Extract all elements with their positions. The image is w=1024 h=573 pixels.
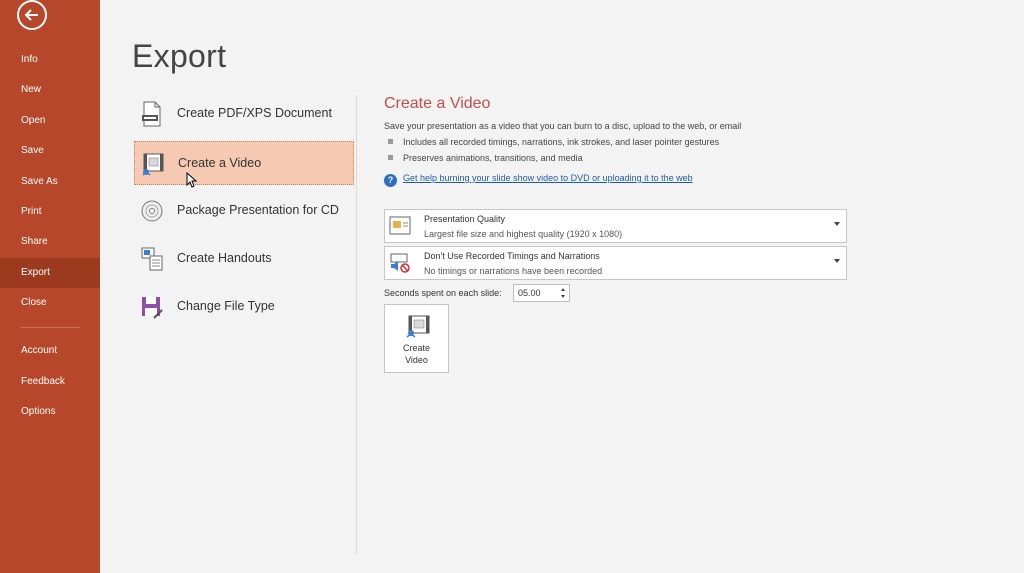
create-video-label: Create Video xyxy=(385,342,448,366)
create-label-line2: Video xyxy=(405,355,428,365)
stepper-down-icon[interactable] xyxy=(561,295,565,298)
option-package-cd[interactable]: Package Presentation for CD xyxy=(134,189,354,233)
timings-dropdown[interactable]: Don't Use Recorded Timings and Narration… xyxy=(384,246,847,280)
bullet-text: Includes all recorded timings, narration… xyxy=(403,137,720,147)
nav-open[interactable]: Open xyxy=(0,106,100,136)
panel-divider xyxy=(356,95,357,555)
nav-account[interactable]: Account xyxy=(0,336,100,366)
nav-info[interactable]: Info xyxy=(0,45,100,75)
quality-subtitle: Largest file size and highest quality (1… xyxy=(424,229,623,239)
file-type-icon xyxy=(142,297,163,319)
mouse-cursor-icon xyxy=(186,172,198,188)
option-label: Create Handouts xyxy=(177,251,272,265)
create-label-line1: Create xyxy=(402,343,430,353)
quality-title: Presentation Quality xyxy=(424,214,506,224)
timings-title: Don't Use Recorded Timings and Narration… xyxy=(424,251,600,261)
backstage-sidebar: Info New Open Save Save As Print Share E… xyxy=(0,0,100,573)
chevron-down-icon xyxy=(834,259,840,263)
pdf-document-icon xyxy=(142,101,161,127)
option-change-file-type[interactable]: Change File Type xyxy=(134,285,354,329)
help-link[interactable]: Get help burning your slide show video t… xyxy=(403,173,693,183)
handouts-icon xyxy=(141,247,163,271)
option-create-handouts[interactable]: Create Handouts xyxy=(134,237,354,281)
nav-share[interactable]: Share xyxy=(0,227,100,257)
option-create-video[interactable]: Create a Video xyxy=(134,141,354,185)
bullet-text: Preserves animations, transitions, and m… xyxy=(403,153,583,163)
create-video-button[interactable]: Create Video xyxy=(384,304,449,373)
feature-bullet: Preserves animations, transitions, and m… xyxy=(388,153,583,163)
nav-save[interactable]: Save xyxy=(0,136,100,166)
help-icon: ? xyxy=(384,174,397,187)
nav-options[interactable]: Options xyxy=(0,397,100,427)
option-label: Create a Video xyxy=(178,156,262,170)
back-button[interactable] xyxy=(17,0,47,30)
nav-export[interactable]: Export xyxy=(0,258,100,288)
option-label: Change File Type xyxy=(177,299,275,313)
nav-new[interactable]: New xyxy=(0,75,100,105)
quality-dropdown[interactable]: Presentation Quality Largest file size a… xyxy=(384,209,847,243)
seconds-label: Seconds spent on each slide: xyxy=(384,288,502,298)
video-icon xyxy=(142,153,164,176)
create-video-icon xyxy=(406,315,430,338)
timings-subtitle: No timings or narrations have been recor… xyxy=(424,266,603,276)
bullet-marker xyxy=(388,139,393,144)
nav-close[interactable]: Close xyxy=(0,288,100,318)
no-narration-icon xyxy=(390,253,410,273)
nav-separator xyxy=(20,327,80,328)
nav-print[interactable]: Print xyxy=(0,197,100,227)
option-label: Create PDF/XPS Document xyxy=(177,106,332,120)
back-arrow-icon xyxy=(24,9,38,21)
feature-bullet: Includes all recorded timings, narration… xyxy=(388,137,719,147)
option-label: Package Presentation for CD xyxy=(177,203,339,217)
seconds-stepper[interactable]: 05.00 xyxy=(513,284,570,302)
seconds-value[interactable]: 05.00 xyxy=(518,288,541,298)
chevron-down-icon xyxy=(834,222,840,226)
presentation-quality-icon xyxy=(389,216,411,235)
option-create-pdf-xps[interactable]: Create PDF/XPS Document xyxy=(134,92,354,136)
details-title: Create a Video xyxy=(384,95,491,112)
stepper-up-icon[interactable] xyxy=(561,288,565,291)
nav-feedback[interactable]: Feedback xyxy=(0,367,100,397)
help-row: ? Get help burning your slide show video … xyxy=(384,173,693,187)
bullet-marker xyxy=(388,155,393,160)
nav-save-as[interactable]: Save As xyxy=(0,167,100,197)
details-description: Save your presentation as a video that y… xyxy=(384,121,742,131)
cd-icon xyxy=(141,200,163,222)
page-title: Export xyxy=(132,38,227,74)
